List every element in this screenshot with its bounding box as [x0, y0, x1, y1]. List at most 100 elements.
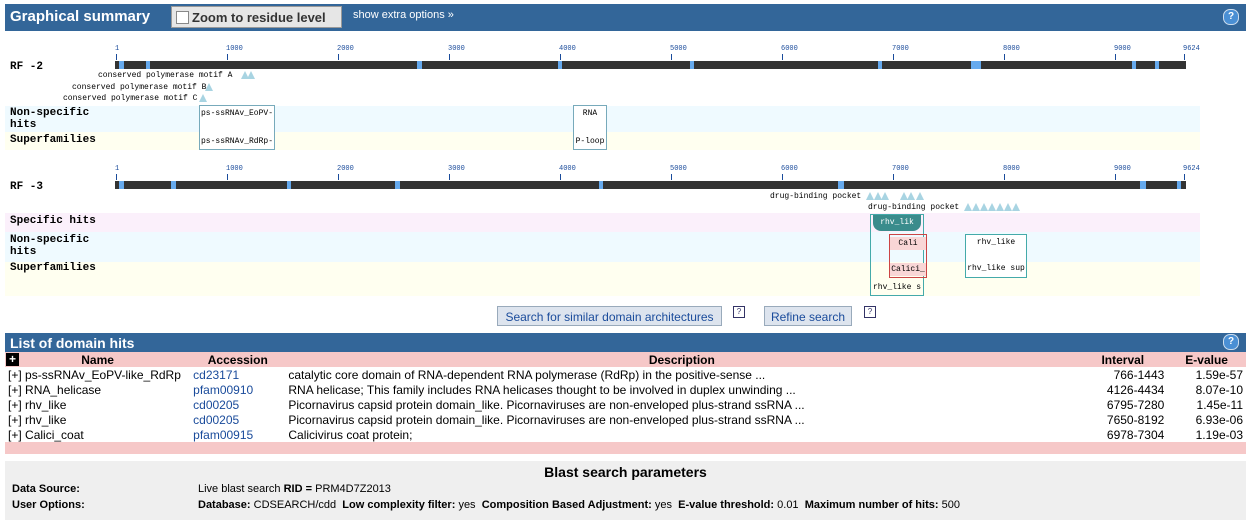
rid-value: PRM4D7Z2013 — [315, 483, 391, 495]
expand-row-toggle[interactable]: [+] — [8, 383, 22, 397]
feature-label: drug-binding pocket — [868, 203, 960, 212]
column-header-label: Name — [81, 352, 114, 367]
domain-hits-title: List of domain hits — [10, 335, 135, 351]
rf3-segment — [1177, 181, 1181, 189]
rf2-segment — [417, 61, 422, 69]
rf3-nonspecific-label: Non-specific hits — [10, 234, 90, 258]
axis-tick-label: 6000 — [781, 165, 798, 173]
hit-name: RNA_helicase — [25, 382, 102, 397]
rf3-segment — [395, 181, 400, 189]
table-row: [+] Calici_coat pfam00915 Calicivirus coat… — [5, 427, 1246, 442]
column-header-name[interactable]: + Name — [5, 352, 191, 367]
description-cell: catalytic core domain of RNA-dependent R… — [288, 367, 766, 382]
expand-row-toggle[interactable]: [+] — [8, 413, 22, 427]
show-extra-options-link[interactable]: show extra options » — [353, 9, 454, 21]
hit-name: Calici_coat — [25, 427, 84, 442]
interval-cell: 766-1443 — [1113, 367, 1165, 382]
data-source-key: Data Source: — [12, 483, 80, 495]
hit-box-rhv-like-2[interactable]: rhv_like rhv_like sup — [965, 234, 1027, 278]
hit-box-label: P-loop — [575, 137, 605, 146]
accession-link[interactable]: pfam00915 — [190, 427, 285, 442]
help-icon[interactable]: ? — [1223, 334, 1239, 350]
hit-name-cell: [+] Calici_coat — [5, 427, 190, 442]
feature-marker — [996, 203, 1004, 211]
zoom-checkbox[interactable] — [176, 11, 189, 24]
max-hits-key: Maximum number of hits: — [804, 499, 939, 511]
database-key: Database: — [198, 499, 251, 511]
zoom-label: Zoom to residue level — [192, 10, 326, 25]
rid-key: RID = — [283, 483, 313, 495]
evalue-cell: 6.93e-06 — [1195, 412, 1243, 427]
expand-row-toggle[interactable]: [+] — [8, 368, 22, 382]
motif-label: conserved polymerase motif B — [72, 83, 207, 92]
rf2-segment — [1132, 61, 1136, 69]
user-options-value: Database: CDSEARCH/cdd Low complexity fi… — [198, 499, 960, 511]
params-title: Blast search parameters — [544, 464, 707, 480]
rf3-segment — [171, 181, 176, 189]
hit-box-rna-helicase[interactable]: RNA P-loop — [573, 105, 607, 150]
table-row: [+] RNA_helicase pfam00910 RNA helicase; T… — [5, 382, 1246, 397]
axis-tick-label: 8000 — [1003, 45, 1020, 53]
help-icon[interactable]: ? — [1223, 9, 1239, 25]
evalue-threshold-value: 0.01 — [777, 499, 799, 511]
axis-tick-mark — [782, 54, 783, 60]
motif-marker — [205, 83, 213, 91]
feature-marker — [1004, 203, 1012, 211]
feature-marker — [964, 203, 972, 211]
accession-link[interactable]: cd00205 — [190, 412, 285, 427]
search-similar-architectures-button[interactable]: Search for similar domain architectures — [497, 306, 722, 326]
rf3-segment — [287, 181, 291, 189]
domain-hits-header: List of domain hits ? — [5, 333, 1246, 352]
low-complexity-key: Low complexity filter: — [342, 499, 456, 511]
evalue-cell: 1.19e-03 — [1195, 427, 1243, 442]
graphical-summary-header: Graphical summary Zoom to residue level … — [5, 4, 1246, 31]
hit-box-ps-ssrnav[interactable]: ps-ssRNAv_EoPV- ps-ssRNAv_RdRp- — [199, 105, 275, 150]
axis-tick-label: 2000 — [337, 165, 354, 173]
evalue-cell: 1.59e-57 — [1195, 367, 1243, 382]
hit-name: rhv_like — [25, 412, 67, 427]
rf3-label: RF -3 — [10, 181, 44, 193]
axis-tick-mark — [227, 54, 228, 60]
column-header-interval[interactable]: Interval — [1078, 352, 1168, 367]
expand-all-icon[interactable]: + — [6, 353, 19, 366]
motif-label: conserved polymerase motif C — [63, 94, 198, 103]
axis-tick-label: 1000 — [226, 165, 243, 173]
column-header-description[interactable]: Description — [285, 352, 1079, 367]
table-header-row: + Name Accession Description Interval E-… — [5, 352, 1246, 367]
evalue-cell: 8.07e-10 — [1195, 382, 1243, 397]
hit-name-cell: [+] ps-ssRNAv_EoPV-like_RdRp — [5, 367, 190, 382]
accession-link[interactable]: cd00205 — [190, 397, 285, 412]
axis-tick-mark — [449, 54, 450, 60]
description-cell: Picornavirus capsid protein domain_like.… — [288, 397, 805, 412]
axis-tick-label: 5000 — [670, 45, 687, 53]
accession-link[interactable]: pfam00910 — [190, 382, 285, 397]
refine-search-button[interactable]: Refine search — [764, 306, 852, 326]
hit-name: ps-ssRNAv_EoPV-like_RdRp — [25, 367, 181, 382]
rf2-nonspecific-label: Non-specific hits — [10, 107, 90, 131]
expand-row-toggle[interactable]: [+] — [8, 428, 22, 442]
zoom-to-residue-toggle[interactable]: Zoom to residue level — [171, 6, 342, 28]
hit-box-label: rhv_like s — [872, 283, 921, 292]
rf3-specific-band — [5, 213, 1200, 232]
description-cell: Picornavirus capsid protein domain_like.… — [288, 412, 805, 427]
hit-name: rhv_like — [25, 397, 67, 412]
help-icon[interactable]: ? — [733, 306, 745, 318]
composition-value: yes — [654, 499, 672, 511]
rf2-segment — [1155, 61, 1159, 69]
axis-tick-mark — [893, 174, 894, 180]
axis-tick-label: 6000 — [781, 45, 798, 53]
hit-box-label: ps-ssRNAv_EoPV- — [200, 109, 273, 118]
axis-tick-label: 4000 — [559, 45, 576, 53]
expand-row-toggle[interactable]: [+] — [8, 398, 22, 412]
accession-link[interactable]: cd23171 — [190, 367, 285, 382]
help-icon[interactable]: ? — [864, 306, 876, 318]
hit-name-cell: [+] rhv_like — [5, 412, 190, 427]
hit-box-calici-coat[interactable]: Cali Calici_ — [889, 234, 927, 278]
rf2-track — [115, 61, 1186, 69]
axis-tick-mark — [1004, 54, 1005, 60]
axis-tick-label: 3000 — [448, 165, 465, 173]
feature-marker — [988, 203, 996, 211]
column-header-accession[interactable]: Accession — [190, 352, 286, 367]
table-row: [+] rhv_like cd00205 Picornavirus capsid p… — [5, 397, 1246, 412]
column-header-evalue[interactable]: E-value — [1167, 352, 1246, 367]
